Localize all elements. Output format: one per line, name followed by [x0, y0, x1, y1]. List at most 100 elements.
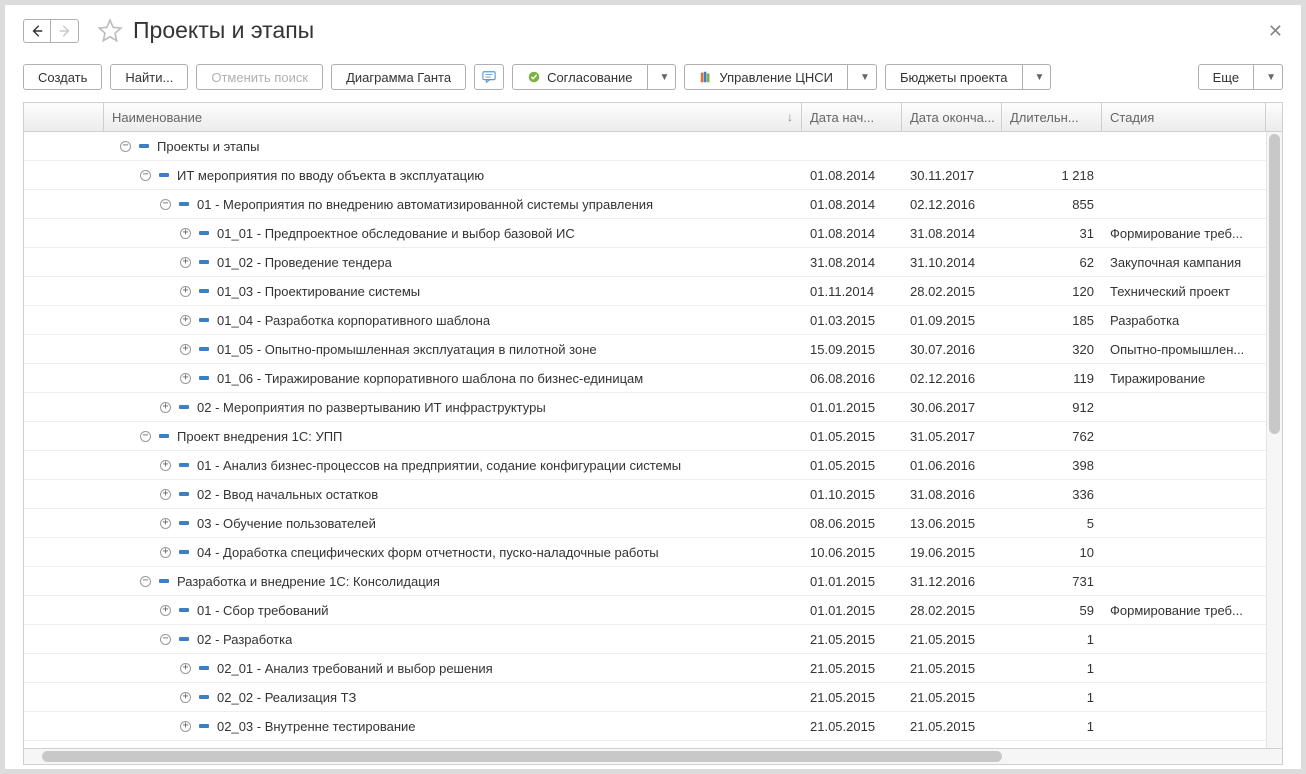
nsi-label: Управление ЦНСИ — [719, 70, 833, 85]
tree-expander[interactable]: − — [140, 576, 151, 587]
tree-expander[interactable]: + — [180, 692, 191, 703]
col-indent-header[interactable] — [24, 103, 104, 131]
books-icon — [699, 70, 713, 84]
table-row[interactable]: −02 - Разработка21.05.201521.05.20151 — [24, 625, 1282, 654]
tree-expander[interactable]: + — [180, 315, 191, 326]
table-row[interactable]: −ИТ мероприятия по вводу объекта в экспл… — [24, 161, 1282, 190]
tree-node-icon — [199, 260, 209, 264]
table-row[interactable]: +01 - Сбор требований01.01.201528.02.201… — [24, 596, 1282, 625]
gantt-button[interactable]: Диаграмма Ганта — [331, 64, 466, 90]
row-stage: Тиражирование — [1102, 371, 1266, 386]
table-row[interactable]: +04 - Доработка специфических форм отчет… — [24, 538, 1282, 567]
tree-node-icon — [199, 318, 209, 322]
table-row[interactable]: −Проект внедрения 1С: УПП01.05.201531.05… — [24, 422, 1282, 451]
col-name-header[interactable]: Наименование ↓ — [104, 103, 802, 131]
tree-expander[interactable]: + — [180, 373, 191, 384]
table-row[interactable]: +02 - Ввод начальных остатков01.10.20153… — [24, 480, 1282, 509]
approval-caret[interactable]: ▼ — [648, 64, 677, 90]
tree-expander[interactable]: + — [180, 663, 191, 674]
budgets-caret[interactable]: ▼ — [1023, 64, 1052, 90]
table-row[interactable]: +01_06 - Тиражирование корпоративного ша… — [24, 364, 1282, 393]
table-row[interactable]: +01_05 - Опытно-промышленная эксплуатаци… — [24, 335, 1282, 364]
row-duration: 320 — [1002, 342, 1102, 357]
table-row[interactable]: +01_04 - Разработка корпоративного шабло… — [24, 306, 1282, 335]
tree-expander[interactable]: + — [180, 228, 191, 239]
col-stage-header[interactable]: Стадия — [1102, 103, 1266, 131]
tree-node-icon — [179, 521, 189, 525]
tree-expander[interactable]: + — [180, 721, 191, 732]
row-duration: 855 — [1002, 197, 1102, 212]
tree-expander[interactable]: − — [160, 634, 171, 645]
table-row[interactable]: +01_02 - Проведение тендера31.08.201431.… — [24, 248, 1282, 277]
more-button[interactable]: Еще — [1198, 64, 1254, 90]
col-end-header[interactable]: Дата оконча... — [902, 103, 1002, 131]
tree-expander[interactable]: + — [160, 489, 171, 500]
table-row[interactable]: +02_03 - Внутренне тестирование21.05.201… — [24, 712, 1282, 741]
row-end: 02.12.2016 — [902, 371, 1002, 386]
vertical-scrollbar[interactable] — [1266, 132, 1282, 748]
tree-expander[interactable]: + — [160, 460, 171, 471]
find-button[interactable]: Найти... — [110, 64, 188, 90]
row-duration: 762 — [1002, 429, 1102, 444]
tree-expander[interactable]: + — [160, 547, 171, 558]
tree-expander[interactable]: − — [140, 170, 151, 181]
more-caret[interactable]: ▼ — [1254, 64, 1283, 90]
col-start-header[interactable]: Дата нач... — [802, 103, 902, 131]
row-stage: Формирование треб... — [1102, 603, 1266, 618]
col-scroll-gutter — [1266, 103, 1282, 131]
table-row[interactable]: +02_01 - Анализ требований и выбор решен… — [24, 654, 1282, 683]
table-body: − Проекты и этапы −ИТ мероприятия по вводу… — [24, 132, 1282, 748]
tree-expander[interactable]: − — [140, 431, 151, 442]
approval-dropdown[interactable]: Согласование — [512, 64, 647, 90]
tree-expander[interactable]: + — [180, 286, 191, 297]
row-name: 01_06 - Тиражирование корпоративного шаб… — [217, 371, 643, 386]
table-row[interactable]: − Проекты и этапы — [24, 132, 1282, 161]
row-duration: 336 — [1002, 487, 1102, 502]
tree-expander[interactable]: + — [180, 257, 191, 268]
table-row[interactable]: −01 - Мероприятия по внедрению автоматиз… — [24, 190, 1282, 219]
row-stage: Опытно-промышлен... — [1102, 342, 1266, 357]
nav-back-button[interactable] — [23, 19, 51, 43]
tree-expander[interactable]: − — [160, 199, 171, 210]
row-start: 01.05.2015 — [802, 458, 902, 473]
nsi-dropdown[interactable]: Управление ЦНСИ — [684, 64, 848, 90]
table-row[interactable]: +03 - Обучение пользователей08.06.201513… — [24, 509, 1282, 538]
row-end: 13.06.2015 — [902, 516, 1002, 531]
nav-forward-button[interactable] — [51, 19, 79, 43]
favorite-star-icon[interactable] — [97, 18, 123, 44]
table-row[interactable]: +01 - Анализ бизнес-процессов на предпри… — [24, 451, 1282, 480]
tree-node-icon — [179, 550, 189, 554]
col-duration-header[interactable]: Длительн... — [1002, 103, 1102, 131]
row-end: 31.12.2016 — [902, 574, 1002, 589]
table-row[interactable]: +02 - Мероприятия по развертыванию ИТ ин… — [24, 393, 1282, 422]
horizontal-scroll-thumb[interactable] — [42, 751, 1002, 762]
vertical-scroll-thumb[interactable] — [1269, 134, 1280, 434]
horizontal-scrollbar[interactable] — [24, 748, 1282, 764]
row-stage: Закупочная кампания — [1102, 255, 1266, 270]
tree-expander[interactable]: + — [180, 344, 191, 355]
row-end: 30.07.2016 — [902, 342, 1002, 357]
table-row[interactable]: −Разработка и внедрение 1С: Консолидация… — [24, 567, 1282, 596]
row-end: 01.06.2016 — [902, 458, 1002, 473]
tree-node-icon — [179, 608, 189, 612]
row-name: Проекты и этапы — [157, 139, 259, 154]
row-start: 21.05.2015 — [802, 719, 902, 734]
table-row[interactable]: +01_01 - Предпроектное обследование и вы… — [24, 219, 1282, 248]
close-button[interactable]: ✕ — [1268, 22, 1283, 40]
tree-expander[interactable]: − — [120, 141, 131, 152]
row-start: 01.05.2015 — [802, 429, 902, 444]
row-start: 15.09.2015 — [802, 342, 902, 357]
table-row[interactable]: +02_02 - Реализация ТЗ21.05.201521.05.20… — [24, 683, 1282, 712]
tree-expander[interactable]: + — [160, 605, 171, 616]
tree-node-icon — [199, 666, 209, 670]
table-row[interactable]: +01_03 - Проектирование системы01.11.201… — [24, 277, 1282, 306]
create-button[interactable]: Создать — [23, 64, 102, 90]
tree-expander[interactable]: + — [160, 518, 171, 529]
budgets-dropdown[interactable]: Бюджеты проекта — [885, 64, 1023, 90]
comments-button[interactable] — [474, 64, 504, 90]
nsi-caret[interactable]: ▼ — [848, 64, 877, 90]
tree-expander[interactable]: + — [160, 402, 171, 413]
row-end: 31.08.2014 — [902, 226, 1002, 241]
row-start: 01.08.2014 — [802, 226, 902, 241]
row-duration: 120 — [1002, 284, 1102, 299]
